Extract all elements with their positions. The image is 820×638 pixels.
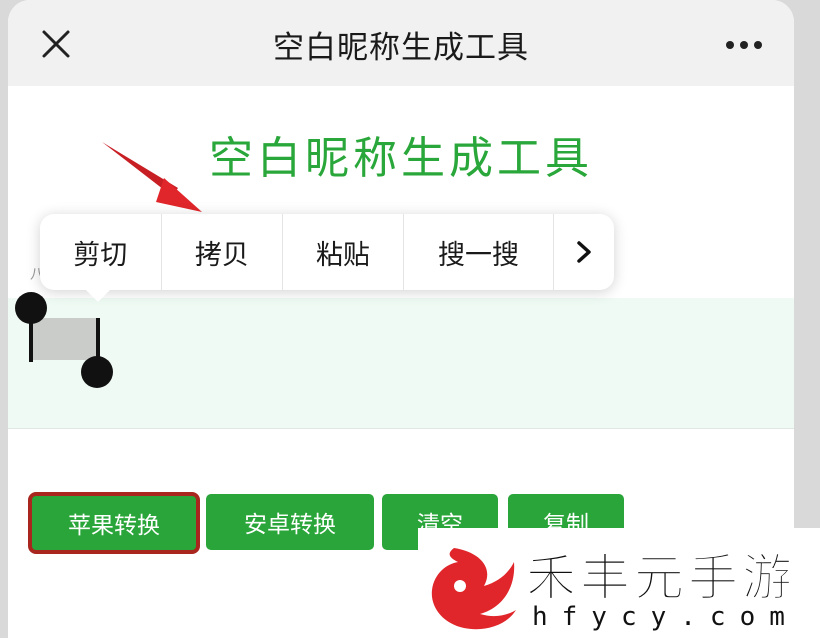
nickname-input-area[interactable] — [8, 298, 794, 429]
chevron-right-icon — [577, 241, 591, 263]
android-convert-button[interactable]: 安卓转换 — [206, 494, 374, 550]
nav-title: 空白昵称生成工具 — [273, 30, 529, 66]
more-dots-icon[interactable] — [724, 40, 764, 50]
menu-item-copy[interactable]: 拷贝 — [162, 214, 284, 290]
red-arrow-annotation — [102, 142, 202, 212]
top-nav-bar: 空白昵称生成工具 — [8, 0, 794, 86]
menu-item-paste[interactable]: 粘贴 — [283, 214, 404, 290]
watermark-url: hfycy.com — [532, 602, 799, 632]
menu-item-cut[interactable]: 剪切 — [40, 214, 162, 290]
watermark-text: 禾丰元手游 — [526, 549, 796, 608]
apple-convert-button[interactable]: 苹果转换 — [28, 492, 200, 554]
flame-logo-icon — [431, 548, 516, 630]
menu-item-search[interactable]: 搜一搜 — [404, 214, 555, 290]
site-watermark: 禾丰元手游 hfycy.com — [418, 528, 820, 638]
text-context-menu: 剪切 拷贝 粘贴 搜一搜 — [40, 214, 614, 302]
menu-more-button[interactable] — [554, 214, 614, 290]
